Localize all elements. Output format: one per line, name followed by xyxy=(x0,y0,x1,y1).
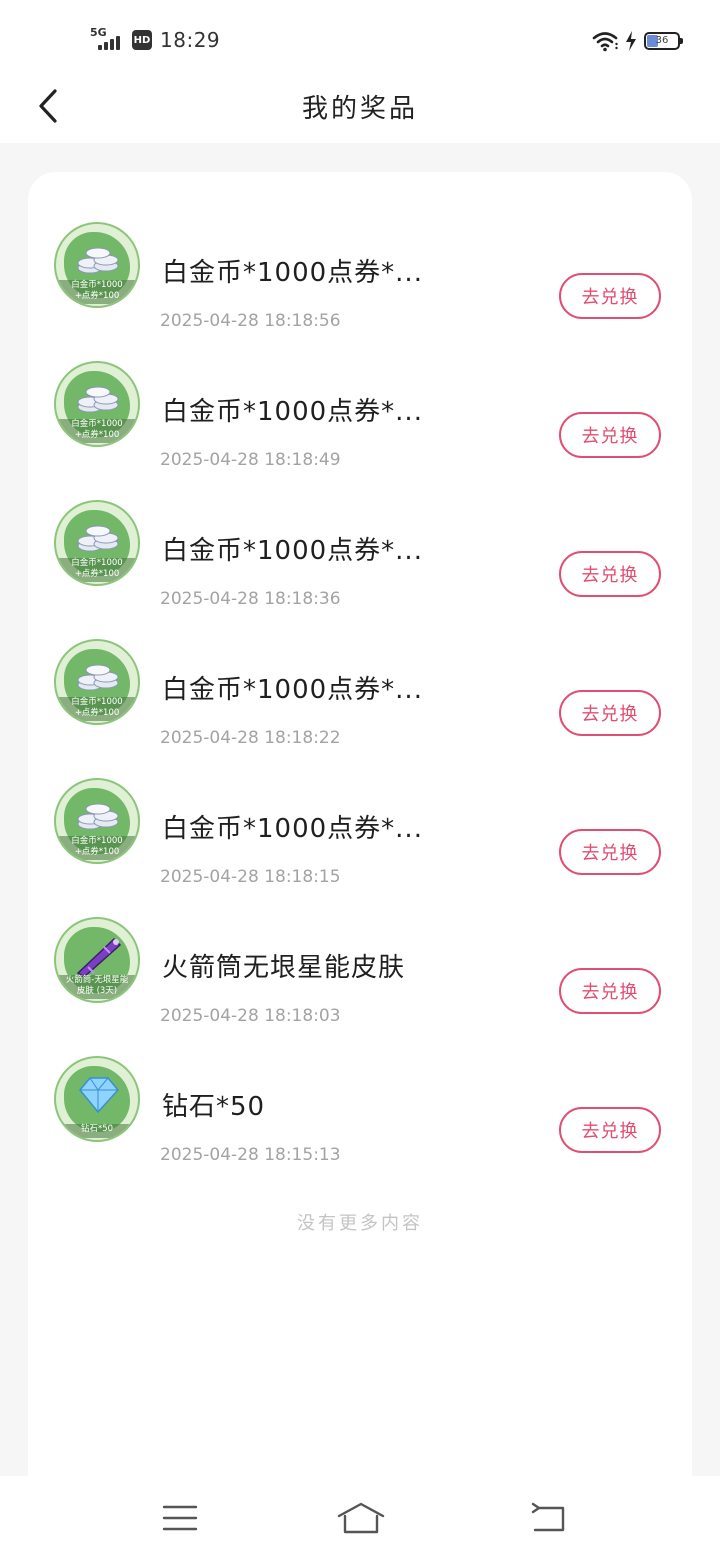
prize-item: 火箭筒-无垠星能 皮肤 (3天) 火箭筒无垠星能皮肤 2025-04-28 18:… xyxy=(28,907,692,1026)
prize-title: 白金币*1000点券*... xyxy=(162,814,423,844)
diamond-icon xyxy=(79,1077,119,1114)
header: 我的奖品 xyxy=(0,80,720,143)
rocket-launcher-icon xyxy=(76,937,122,978)
redeem-button[interactable]: 去兑换 xyxy=(559,690,661,736)
prize-thumbnail: 白金币*1000 +点券*100 xyxy=(54,778,140,864)
redeem-button[interactable]: 去兑换 xyxy=(559,551,661,597)
prize-time: 2025-04-28 18:18:03 xyxy=(160,1006,341,1026)
prize-thumbnail: 白金币*1000 +点券*100 xyxy=(54,639,140,725)
thumbnail-caption: 白金币*1000 +点券*100 xyxy=(56,419,138,443)
prize-item: 白金币*1000 +点券*100 白金币*1000点券*... 2025-04-2… xyxy=(28,351,692,470)
home-icon xyxy=(337,1502,385,1534)
prize-item: 白金币*1000 +点券*100 白金币*1000点券*... 2025-04-2… xyxy=(28,212,692,331)
coin-stack-icon xyxy=(77,664,119,691)
page-title: 我的奖品 xyxy=(301,94,418,124)
hd-icon: HD xyxy=(132,30,152,50)
thumbnail-caption: 钻石*50 xyxy=(56,1124,138,1138)
redeem-button[interactable]: 去兑换 xyxy=(559,829,661,875)
wifi-icon xyxy=(592,32,618,52)
end-of-list-note: 没有更多内容 xyxy=(297,1213,423,1234)
prize-item: 白金币*1000 +点券*100 白金币*1000点券*... 2025-04-2… xyxy=(28,629,692,748)
prize-item: 钻石*50 钻石*50 2025-04-28 18:15:13 去兑换 xyxy=(28,1046,692,1165)
status-right: 36 xyxy=(592,26,683,56)
charging-icon xyxy=(626,31,636,51)
battery-icon: 36 xyxy=(644,32,683,50)
coin-stack-icon xyxy=(77,386,119,413)
back-nav-button[interactable] xyxy=(526,1498,570,1538)
status-bar: 5G HD 18:29 36 xyxy=(0,0,720,80)
battery-level: 36 xyxy=(655,35,669,46)
prize-list-card: 白金币*1000 +点券*100 白金币*1000点券*... 2025-04-2… xyxy=(28,172,692,1492)
prize-time: 2025-04-28 18:18:49 xyxy=(160,450,341,470)
prize-title: 白金币*1000点券*... xyxy=(162,536,423,566)
redeem-button[interactable]: 去兑换 xyxy=(559,273,661,319)
coin-stack-icon xyxy=(77,803,119,830)
prize-time: 2025-04-28 18:18:22 xyxy=(160,728,341,748)
prize-thumbnail: 火箭筒-无垠星能 皮肤 (3天) xyxy=(54,917,140,1003)
prize-thumbnail: 白金币*1000 +点券*100 xyxy=(54,361,140,447)
signal-icon: 5G xyxy=(90,27,124,53)
status-time: 18:29 xyxy=(160,28,221,52)
prize-time: 2025-04-28 18:15:13 xyxy=(160,1145,341,1165)
prize-title: 白金币*1000点券*... xyxy=(162,397,423,427)
coin-stack-icon xyxy=(77,525,119,552)
thumbnail-caption: 白金币*1000 +点券*100 xyxy=(56,697,138,721)
prize-thumbnail: 钻石*50 xyxy=(54,1056,140,1142)
prize-time: 2025-04-28 18:18:15 xyxy=(160,867,341,887)
prize-time: 2025-04-28 18:18:56 xyxy=(160,311,341,331)
menu-button[interactable] xyxy=(158,1498,202,1538)
prize-title: 白金币*1000点券*... xyxy=(162,675,423,705)
thumbnail-caption: 白金币*1000 +点券*100 xyxy=(56,836,138,860)
prize-item: 白金币*1000 +点券*100 白金币*1000点券*... 2025-04-2… xyxy=(28,490,692,609)
back-icon xyxy=(531,1502,565,1532)
prize-title: 白金币*1000点券*... xyxy=(162,258,423,288)
redeem-button[interactable]: 去兑换 xyxy=(559,1107,661,1153)
prize-time: 2025-04-28 18:18:36 xyxy=(160,589,341,609)
prize-title: 火箭筒无垠星能皮肤 xyxy=(162,953,406,983)
thumbnail-caption: 白金币*1000 +点券*100 xyxy=(56,280,138,304)
thumbnail-caption: 火箭筒-无垠星能 皮肤 (3天) xyxy=(56,975,138,999)
redeem-button[interactable]: 去兑换 xyxy=(559,968,661,1014)
home-button[interactable] xyxy=(336,1498,386,1538)
status-left: 5G HD 18:29 xyxy=(90,24,220,56)
prize-thumbnail: 白金币*1000 +点券*100 xyxy=(54,500,140,586)
redeem-button[interactable]: 去兑换 xyxy=(559,412,661,458)
menu-icon xyxy=(162,1505,198,1531)
system-nav-bar xyxy=(0,1476,720,1560)
prize-thumbnail: 白金币*1000 +点券*100 xyxy=(54,222,140,308)
coin-stack-icon xyxy=(77,247,119,274)
prize-item: 白金币*1000 +点券*100 白金币*1000点券*... 2025-04-2… xyxy=(28,768,692,887)
thumbnail-caption: 白金币*1000 +点券*100 xyxy=(56,558,138,582)
prize-title: 钻石*50 xyxy=(162,1092,266,1122)
